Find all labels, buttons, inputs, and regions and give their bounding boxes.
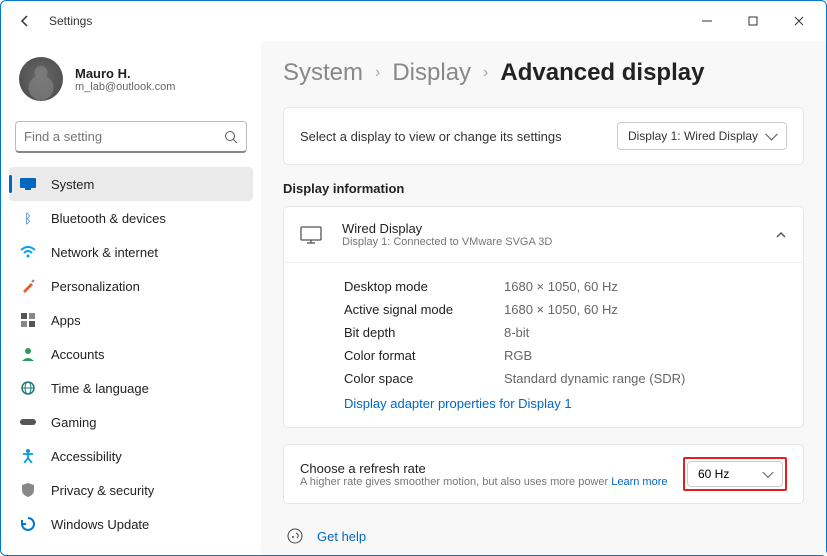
sidebar-label: Privacy & security: [51, 483, 154, 498]
profile-email: m_lab@outlook.com: [75, 81, 175, 93]
info-key: Color format: [344, 348, 504, 363]
help-icon: [287, 528, 303, 544]
bluetooth-icon: ᛒ: [19, 209, 37, 227]
sidebar-label: Gaming: [51, 415, 97, 430]
accessibility-icon: [19, 447, 37, 465]
apps-icon: [19, 311, 37, 329]
sidebar-label: Network & internet: [51, 245, 158, 260]
info-key: Desktop mode: [344, 279, 504, 294]
window-title: Settings: [49, 14, 92, 28]
chevron-up-icon: [775, 229, 787, 241]
sidebar-label: Accounts: [51, 347, 104, 362]
info-value: 8-bit: [504, 325, 529, 340]
display-selector[interactable]: Display 1: Wired Display: [617, 122, 787, 150]
sidebar-label: Apps: [51, 313, 81, 328]
section-title: Display information: [283, 181, 804, 196]
sidebar-item-apps[interactable]: Apps: [9, 303, 253, 337]
brush-icon: [19, 277, 37, 295]
profile-block[interactable]: Mauro H. m_lab@outlook.com: [9, 51, 253, 113]
sidebar-label: Bluetooth & devices: [51, 211, 166, 226]
sidebar-label: Personalization: [51, 279, 140, 294]
avatar: [19, 57, 63, 101]
adapter-properties-link[interactable]: Display adapter properties for Display 1: [344, 390, 572, 415]
expander-title: Wired Display: [342, 221, 552, 236]
expander-subtitle: Display 1: Connected to VMware SVGA 3D: [342, 236, 552, 248]
gamepad-icon: [19, 413, 37, 431]
monitor-icon: [300, 226, 328, 244]
info-value: RGB: [504, 348, 532, 363]
breadcrumb: System › Display › Advanced display: [283, 59, 804, 87]
sidebar-label: System: [51, 177, 94, 192]
shield-icon: [19, 481, 37, 499]
globe-icon: [19, 379, 37, 397]
search-icon: [224, 130, 238, 144]
search-input-wrap[interactable]: [15, 121, 247, 153]
breadcrumb-system[interactable]: System: [283, 59, 363, 87]
back-button[interactable]: [13, 9, 37, 33]
refresh-title: Choose a refresh rate: [300, 461, 671, 476]
sidebar-label: Accessibility: [51, 449, 122, 464]
profile-name: Mauro H.: [75, 66, 175, 81]
learn-more-link[interactable]: Learn more: [611, 476, 667, 488]
sidebar-item-system[interactable]: System: [9, 167, 253, 201]
get-help-link[interactable]: Get help: [317, 529, 366, 544]
sidebar-item-network[interactable]: Network & internet: [9, 235, 253, 269]
sidebar-item-update[interactable]: Windows Update: [9, 507, 253, 541]
wifi-icon: [19, 243, 37, 261]
select-display-label: Select a display to view or change its s…: [300, 129, 562, 144]
sidebar-item-accessibility[interactable]: Accessibility: [9, 439, 253, 473]
refresh-subtitle: A higher rate gives smoother motion, but…: [300, 476, 671, 488]
update-icon: [19, 515, 37, 533]
sidebar-item-time[interactable]: Time & language: [9, 371, 253, 405]
info-key: Color space: [344, 371, 504, 386]
info-key: Bit depth: [344, 325, 504, 340]
sidebar-item-personalization[interactable]: Personalization: [9, 269, 253, 303]
highlight-box: 60 Hz: [683, 457, 787, 491]
minimize-button[interactable]: [684, 6, 730, 36]
chevron-right-icon: ›: [375, 64, 380, 82]
sidebar-label: Windows Update: [51, 517, 149, 532]
person-icon: [19, 345, 37, 363]
maximize-button[interactable]: [730, 6, 776, 36]
sidebar-item-bluetooth[interactable]: ᛒ Bluetooth & devices: [9, 201, 253, 235]
close-button[interactable]: [776, 6, 822, 36]
info-key: Active signal mode: [344, 302, 504, 317]
display-info-expander[interactable]: Wired Display Display 1: Connected to VM…: [284, 207, 803, 263]
page-title: Advanced display: [500, 59, 704, 87]
breadcrumb-display[interactable]: Display: [392, 59, 471, 87]
sidebar-item-privacy[interactable]: Privacy & security: [9, 473, 253, 507]
system-icon: [19, 175, 37, 193]
info-value: 1680 × 1050, 60 Hz: [504, 302, 618, 317]
chevron-right-icon: ›: [483, 64, 488, 82]
sidebar-item-gaming[interactable]: Gaming: [9, 405, 253, 439]
info-value: Standard dynamic range (SDR): [504, 371, 685, 386]
refresh-rate-selector[interactable]: 60 Hz: [687, 461, 783, 487]
search-input[interactable]: [24, 129, 224, 144]
info-value: 1680 × 1050, 60 Hz: [504, 279, 618, 294]
sidebar-item-accounts[interactable]: Accounts: [9, 337, 253, 371]
sidebar-label: Time & language: [51, 381, 149, 396]
